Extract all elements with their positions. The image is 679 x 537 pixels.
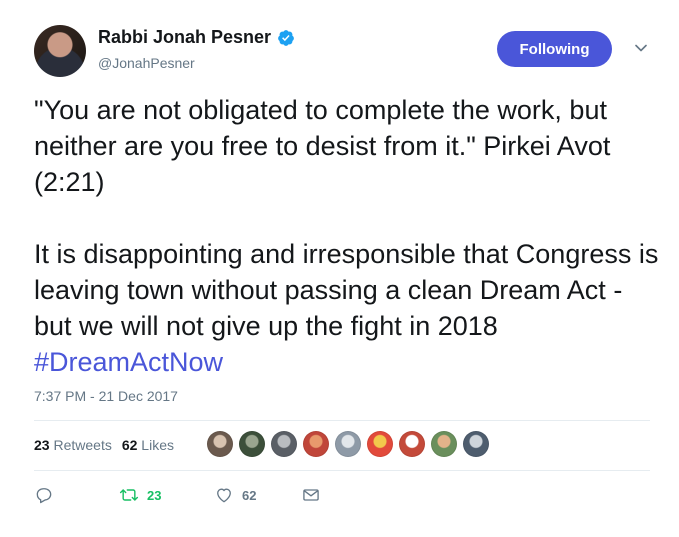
- liker-avatar[interactable]: [399, 431, 425, 457]
- hashtag-link[interactable]: #DreamActNow: [34, 347, 223, 377]
- envelope-icon: [303, 489, 319, 501]
- chevron-down-icon[interactable]: [634, 41, 648, 55]
- liker-avatar[interactable]: [335, 431, 361, 457]
- liker-avatars: [207, 431, 495, 457]
- reply-button[interactable]: [34, 485, 54, 505]
- author-handle[interactable]: @JonahPesner: [98, 55, 195, 71]
- author-name[interactable]: Rabbi Jonah Pesner: [98, 27, 295, 48]
- divider: [34, 470, 650, 471]
- retweet-count: 23: [147, 487, 162, 503]
- author-name-text[interactable]: Rabbi Jonah Pesner: [98, 27, 271, 48]
- retweet-icon: [119, 489, 139, 501]
- verified-badge-icon: [278, 29, 294, 46]
- tweet-text: "You are not obligated to complete the w…: [34, 92, 664, 380]
- liker-avatar[interactable]: [271, 431, 297, 457]
- retweets-count: 23: [34, 437, 50, 453]
- tweet-body: "You are not obligated to complete the w…: [34, 95, 659, 341]
- tweet-timestamp[interactable]: 7:37 PM - 21 Dec 2017: [34, 388, 178, 404]
- retweet-button[interactable]: 23: [119, 485, 161, 505]
- liker-avatar[interactable]: [207, 431, 233, 457]
- direct-message-button[interactable]: [301, 485, 321, 505]
- heart-icon: [217, 488, 231, 503]
- like-count: 62: [242, 487, 257, 503]
- likes-stat[interactable]: 62 Likes: [122, 437, 174, 453]
- liker-avatar[interactable]: [463, 431, 489, 457]
- likes-count: 62: [121, 437, 138, 453]
- like-button[interactable]: 62: [214, 485, 256, 505]
- liker-avatar[interactable]: [367, 431, 393, 457]
- liker-avatar[interactable]: [431, 431, 457, 457]
- liker-avatar[interactable]: [239, 431, 265, 457]
- retweets-label: Retweets: [53, 437, 112, 453]
- liker-avatar[interactable]: [303, 431, 329, 457]
- engagement-stats: 23 Retweets 62 Likes: [34, 437, 174, 453]
- divider: [34, 420, 650, 421]
- reply-icon: [36, 488, 52, 504]
- likes-label: Likes: [141, 437, 174, 453]
- author-avatar[interactable]: [34, 25, 86, 77]
- following-button[interactable]: Following: [497, 31, 612, 67]
- retweets-stat[interactable]: 23 Retweets: [34, 437, 112, 453]
